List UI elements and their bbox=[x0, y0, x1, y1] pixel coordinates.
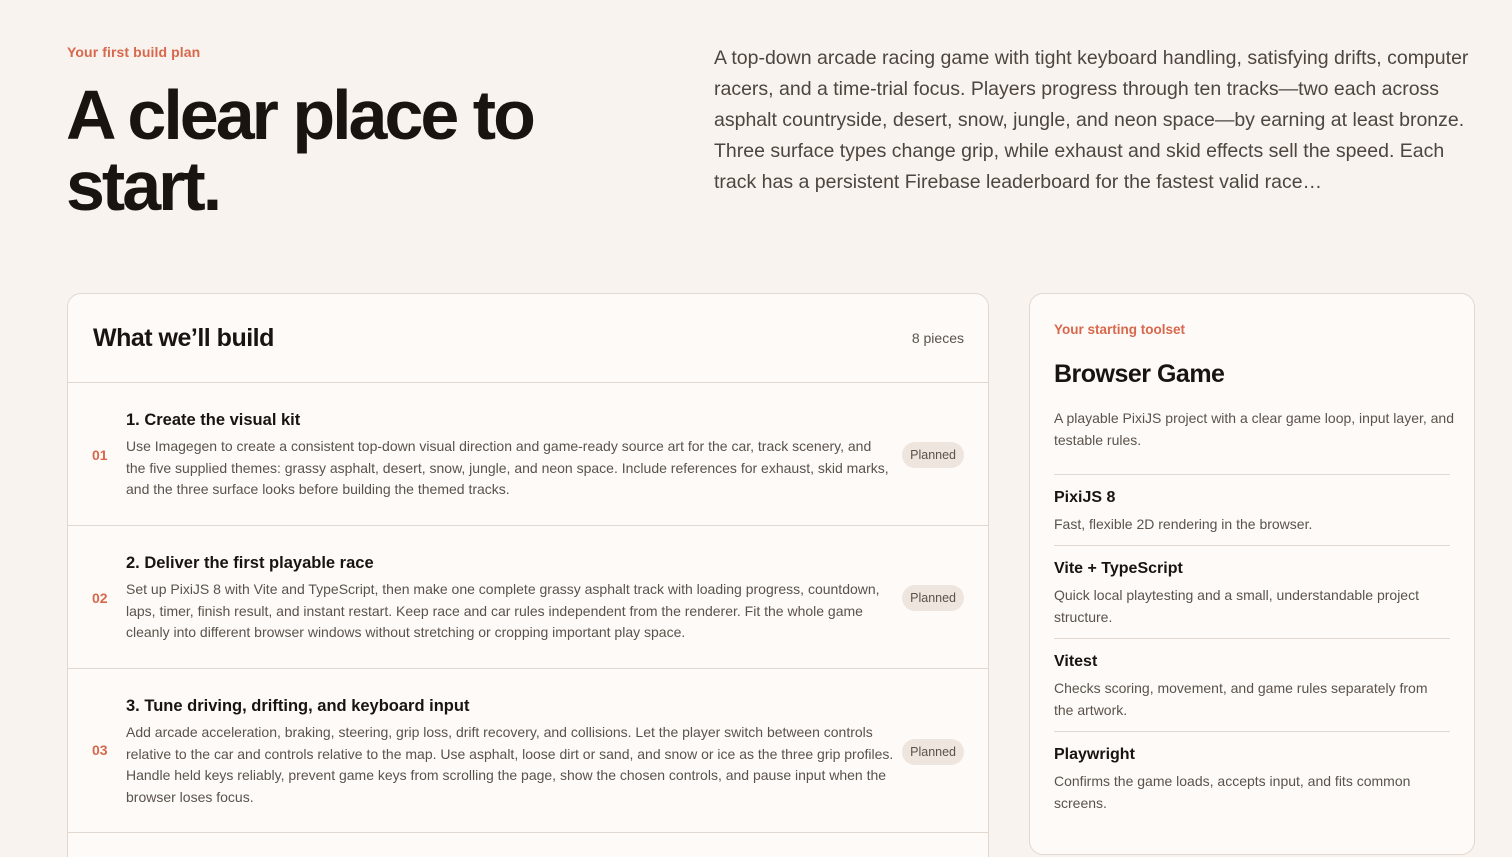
step-title: 3. Tune driving, drifting, and keyboard … bbox=[126, 697, 470, 715]
step-title: 2. Deliver the first playable race bbox=[126, 554, 374, 572]
build-steps-header: What we’ll build 8 pieces bbox=[68, 294, 988, 383]
tool-description: Fast, flexible 2D rendering in the brows… bbox=[1054, 516, 1313, 532]
tool-description: Confirms the game loads, accepts input, … bbox=[1054, 773, 1411, 811]
tool-name: PixiJS 8 bbox=[1054, 489, 1116, 506]
build-piece-count: 8 pieces bbox=[911, 330, 964, 346]
page-title: A clear place to start. bbox=[66, 76, 536, 225]
step-number: 03 bbox=[92, 742, 108, 758]
toolset-eyebrow: Your starting toolset bbox=[1054, 322, 1186, 337]
step-number: 01 bbox=[92, 447, 108, 463]
toolset-list: PixiJS 8 Fast, flexible 2D rendering in … bbox=[1054, 474, 1450, 824]
build-step-item[interactable]: 01 1. Create the visual kit Use Imagegen… bbox=[68, 383, 988, 526]
tool-name: Vitest bbox=[1054, 653, 1098, 670]
step-description: Use Imagegen to create a consistent top-… bbox=[126, 438, 889, 498]
tool-description: Quick local playtesting and a small, und… bbox=[1054, 587, 1419, 625]
toolset-item: Vitest Checks scoring, movement, and gam… bbox=[1054, 638, 1450, 731]
toolset-item: Playwright Confirms the game loads, acce… bbox=[1054, 731, 1450, 824]
build-plan-page: Your first build plan A clear place to s… bbox=[0, 0, 1512, 857]
tool-name: Playwright bbox=[1054, 746, 1135, 763]
toolset-description: A playable PixiJS project with a clear g… bbox=[1054, 410, 1455, 448]
status-badge: Planned bbox=[902, 739, 964, 765]
build-steps-title: What we’ll build bbox=[93, 323, 274, 352]
step-description: Set up PixiJS 8 with Vite and TypeScript… bbox=[126, 581, 880, 641]
build-step-item[interactable]: 02 2. Deliver the first playable race Se… bbox=[68, 526, 988, 669]
tool-name: Vite + TypeScript bbox=[1054, 560, 1183, 577]
build-step-item[interactable]: 03 3. Tune driving, drifting, and keyboa… bbox=[68, 669, 988, 833]
toolset-item: Vite + TypeScript Quick local playtestin… bbox=[1054, 545, 1450, 638]
tool-description: Checks scoring, movement, and game rules… bbox=[1054, 680, 1428, 718]
toolset-title: Browser Game bbox=[1054, 360, 1225, 388]
game-description: A top-down arcade racing game with tight… bbox=[714, 47, 1469, 193]
plan-eyebrow: Your first build plan bbox=[67, 44, 201, 60]
status-badge: Planned bbox=[902, 585, 964, 611]
step-description: Add arcade acceleration, braking, steeri… bbox=[126, 724, 894, 806]
step-number: 02 bbox=[92, 590, 108, 606]
status-badge: Planned bbox=[902, 442, 964, 468]
toolset-card: Your starting toolset Browser Game A pla… bbox=[1029, 293, 1475, 855]
build-steps-card: What we’ll build 8 pieces 01 1. Create t… bbox=[67, 293, 989, 857]
step-title: 1. Create the visual kit bbox=[126, 411, 301, 429]
toolset-item: PixiJS 8 Fast, flexible 2D rendering in … bbox=[1054, 474, 1450, 545]
